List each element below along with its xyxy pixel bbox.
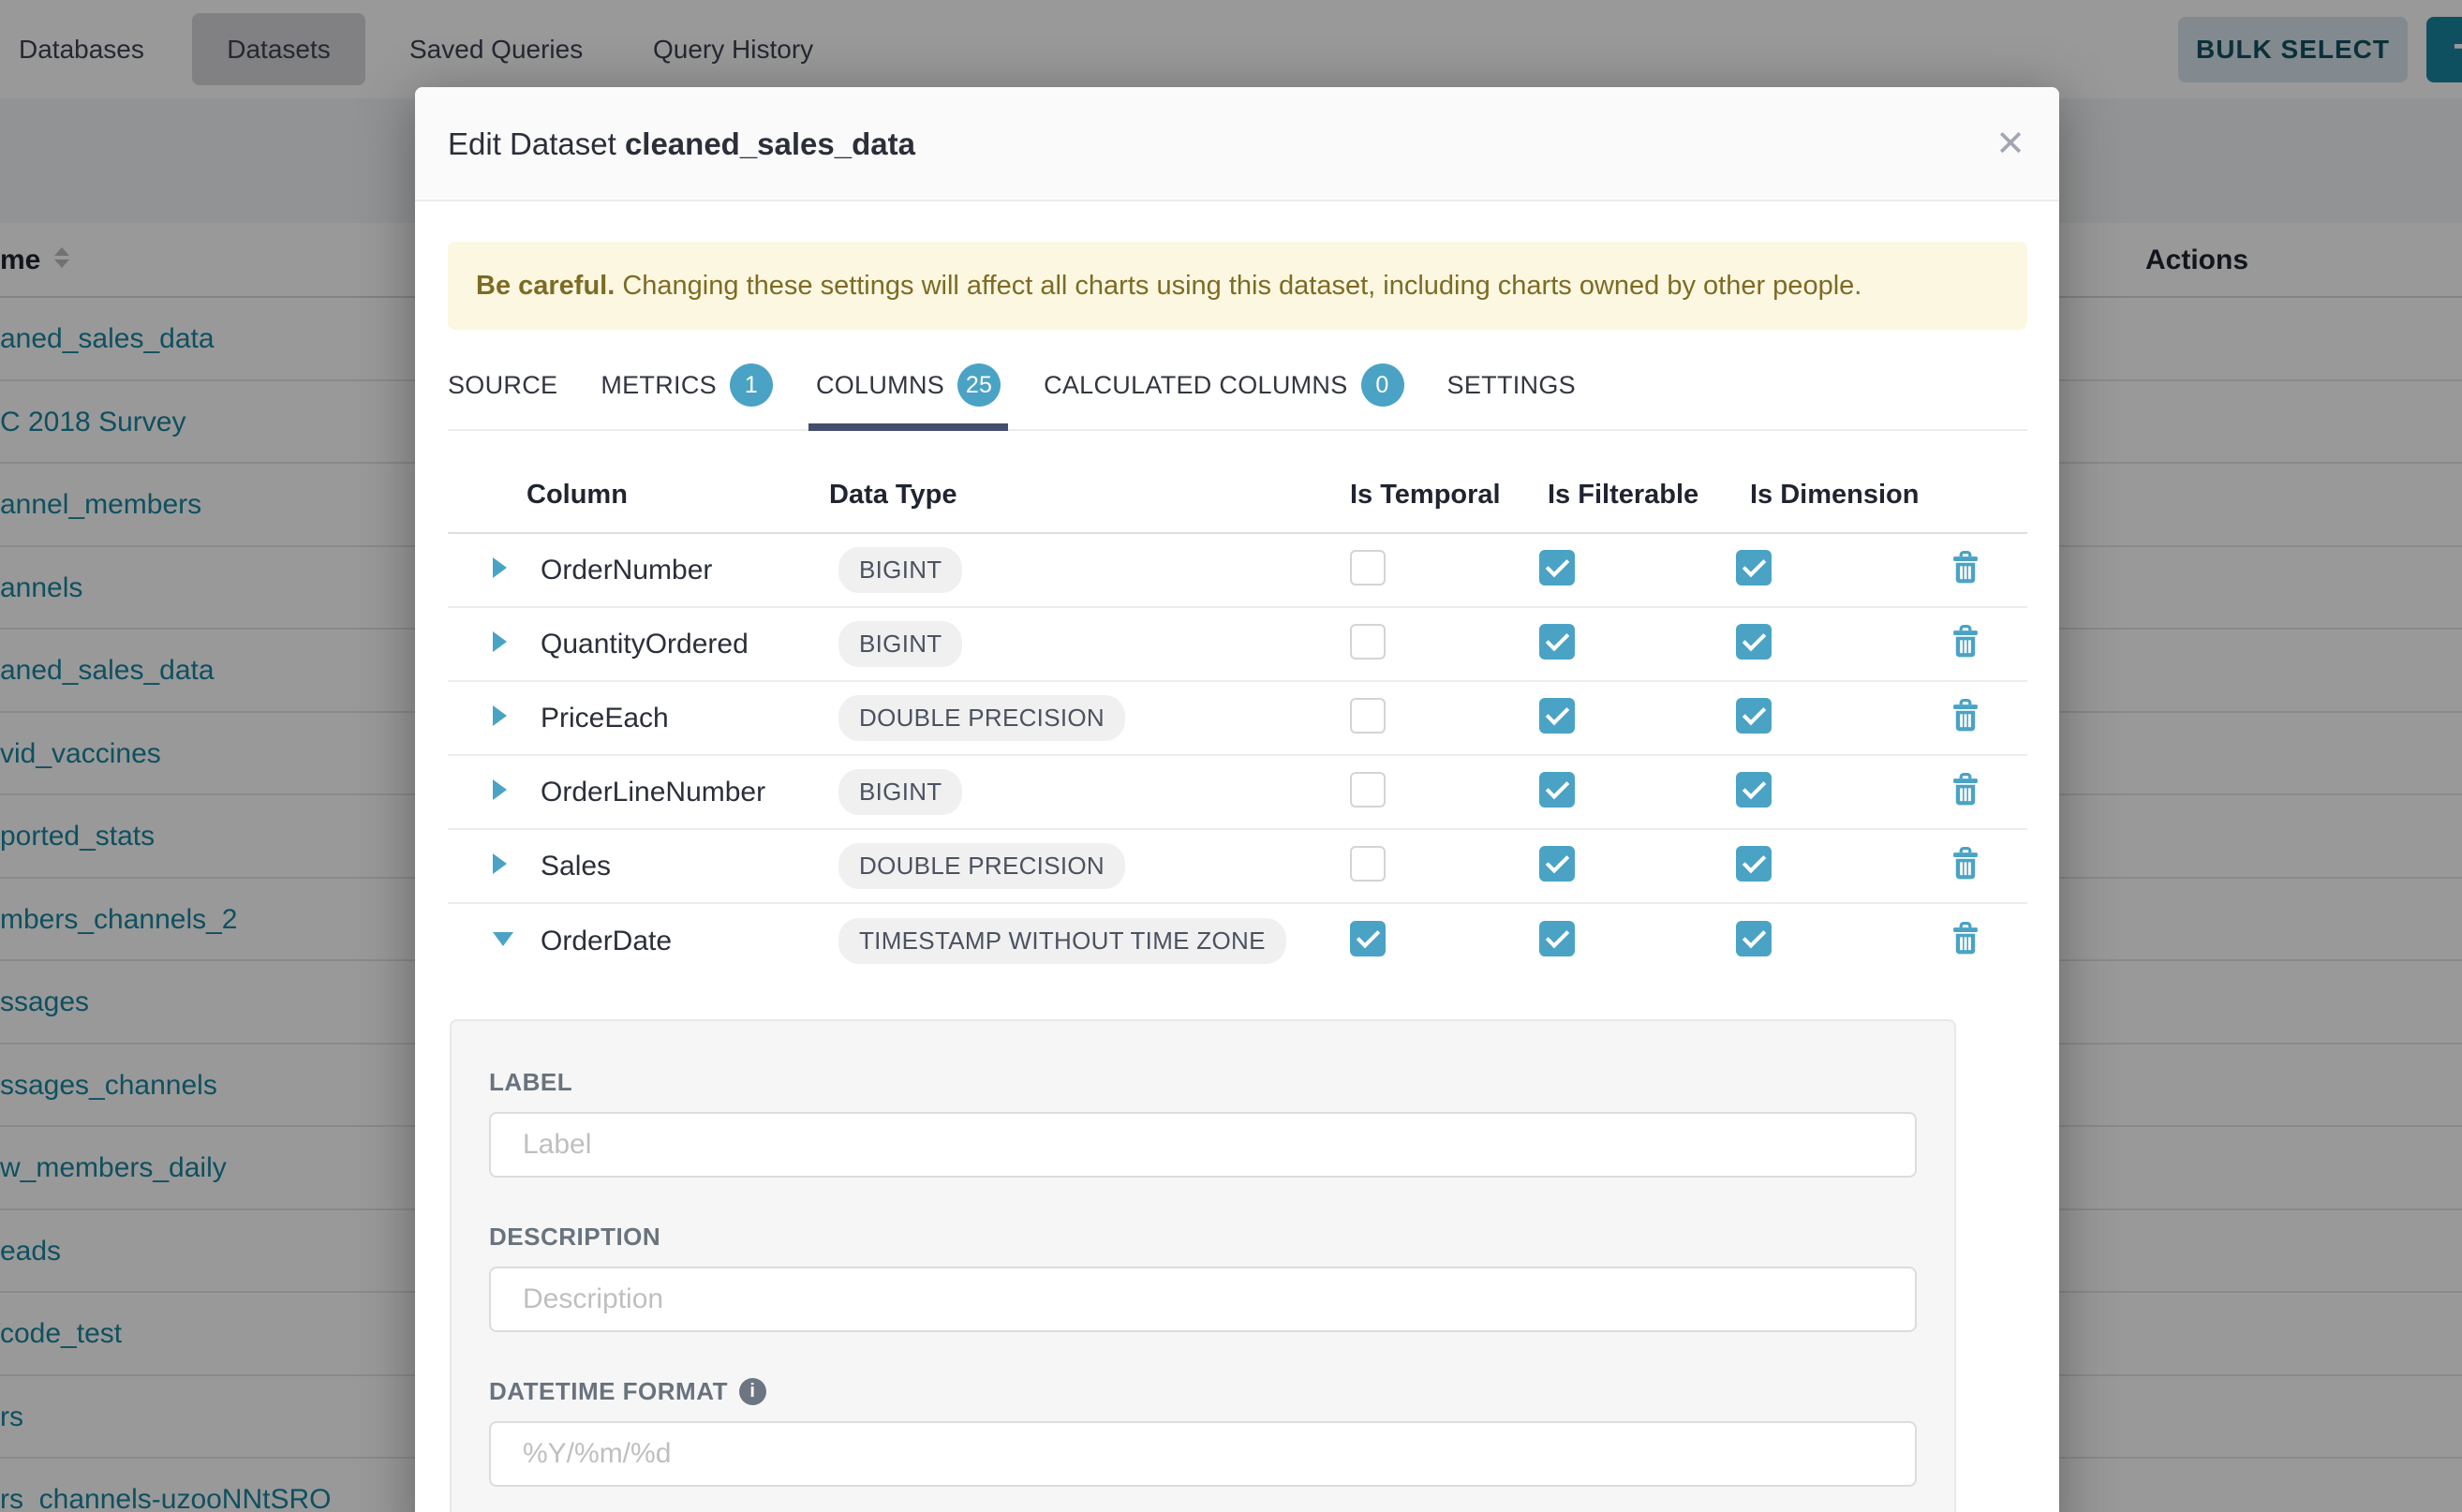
- is-filterable-header: Is Filterable: [1548, 480, 1736, 511]
- delete-column-icon[interactable]: [1949, 550, 1982, 586]
- is-filterable-checkbox-checked[interactable]: [1539, 846, 1575, 882]
- delete-column-icon[interactable]: [1949, 921, 1982, 956]
- tab-count-badge: 1: [730, 363, 773, 407]
- tab-count-badge: 25: [957, 363, 1001, 407]
- is-temporal-header: Is Temporal: [1350, 480, 1539, 511]
- is-dimension-header: Is Dimension: [1750, 480, 1947, 511]
- is-temporal-checkbox-unchecked[interactable]: [1350, 772, 1386, 808]
- data-type-header: Data Type: [829, 480, 1350, 511]
- warning-text: Changing these settings will affect all …: [615, 271, 1861, 301]
- column-row: OrderLineNumberBIGINT: [448, 756, 2027, 830]
- data-type-pill: DOUBLE PRECISION: [838, 843, 1125, 889]
- tab-calculated-columns[interactable]: CALCULATED COLUMNS 0: [1044, 363, 1403, 429]
- expand-row-icon[interactable]: [493, 853, 507, 874]
- modal-body: Be careful. Changing these settings will…: [415, 201, 2059, 1512]
- is-dimension-checkbox-checked[interactable]: [1736, 698, 1772, 734]
- tab-settings[interactable]: SETTINGS: [1447, 363, 1576, 429]
- is-temporal-checkbox-unchecked[interactable]: [1350, 698, 1386, 734]
- description-field-label: DESCRIPTION: [489, 1223, 1917, 1252]
- column-name: OrderLineNumber: [541, 777, 838, 808]
- columns-table-header: Column Data Type Is Temporal Is Filterab…: [448, 431, 2027, 534]
- tab-label: CALCULATED COLUMNS: [1044, 369, 1347, 401]
- tab-label: SETTINGS: [1447, 369, 1576, 401]
- is-filterable-checkbox-checked[interactable]: [1539, 921, 1575, 956]
- is-dimension-checkbox-checked[interactable]: [1736, 772, 1772, 808]
- tab-count-badge: 0: [1361, 363, 1404, 407]
- columns-table: Column Data Type Is Temporal Is Filterab…: [448, 431, 2027, 978]
- data-type-pill: BIGINT: [838, 547, 962, 593]
- tab-source[interactable]: SOURCE: [448, 363, 557, 429]
- column-row: OrderDateTIMESTAMP WITHOUT TIME ZONE: [448, 904, 2027, 978]
- is-temporal-checkbox-unchecked[interactable]: [1350, 550, 1386, 586]
- is-dimension-checkbox-checked[interactable]: [1736, 624, 1772, 660]
- label-field-label: LABEL: [489, 1068, 1917, 1097]
- label-field-group: LABEL: [489, 1068, 1917, 1178]
- tab-label: METRICS: [601, 369, 717, 401]
- is-dimension-checkbox-checked[interactable]: [1736, 921, 1772, 956]
- column-row: OrderNumberBIGINT: [448, 534, 2027, 608]
- is-dimension-checkbox-checked[interactable]: [1736, 550, 1772, 586]
- datetime-format-input[interactable]: [489, 1421, 1917, 1487]
- modal-header: Edit Dataset cleaned_sales_data ✕: [415, 87, 2059, 201]
- column-name: PriceEach: [541, 703, 838, 734]
- data-type-pill: DOUBLE PRECISION: [838, 695, 1125, 741]
- tab-columns[interactable]: COLUMNS 25: [816, 363, 1001, 429]
- tab-label: COLUMNS: [816, 369, 944, 401]
- delete-column-icon[interactable]: [1949, 698, 1982, 734]
- column-row: SalesDOUBLE PRECISION: [448, 830, 2027, 904]
- warning-banner: Be careful. Changing these settings will…: [448, 242, 2027, 330]
- data-type-pill: BIGINT: [838, 621, 962, 667]
- expand-row-icon[interactable]: [493, 631, 507, 652]
- modal-title-prefix: Edit Dataset: [448, 126, 616, 161]
- data-type-pill: BIGINT: [838, 769, 962, 815]
- column-detail-panel: LABEL DESCRIPTION DATETIME FORMAT i: [450, 1019, 1956, 1512]
- expand-row-icon[interactable]: [493, 705, 507, 726]
- expand-row-icon[interactable]: [493, 779, 507, 800]
- column-name: OrderNumber: [541, 555, 838, 586]
- close-icon[interactable]: ✕: [1995, 87, 2025, 201]
- datetime-format-field-label: DATETIME FORMAT i: [489, 1377, 1917, 1406]
- expand-row-icon[interactable]: [493, 557, 507, 578]
- column-name: QuantityOrdered: [541, 629, 838, 660]
- is-filterable-checkbox-checked[interactable]: [1539, 624, 1575, 660]
- warning-bold: Be careful.: [476, 271, 615, 301]
- datetime-format-label-text: DATETIME FORMAT: [489, 1377, 728, 1406]
- delete-column-icon[interactable]: [1949, 624, 1982, 660]
- description-field-group: DESCRIPTION: [489, 1223, 1917, 1332]
- column-row: QuantityOrderedBIGINT: [448, 608, 2027, 682]
- delete-column-icon[interactable]: [1949, 846, 1982, 882]
- column-header: Column: [527, 480, 838, 511]
- is-filterable-checkbox-checked[interactable]: [1539, 550, 1575, 586]
- edit-dataset-modal: Edit Dataset cleaned_sales_data ✕ Be car…: [415, 87, 2059, 1512]
- tab-label: SOURCE: [448, 369, 557, 401]
- is-temporal-checkbox-unchecked[interactable]: [1350, 624, 1386, 660]
- modal-tabs: SOURCE METRICS 1 COLUMNS 25 CALCULATED COLUMN…: [448, 363, 2027, 431]
- collapse-row-icon[interactable]: [493, 932, 513, 946]
- is-temporal-checkbox-unchecked[interactable]: [1350, 846, 1386, 882]
- column-row: PriceEachDOUBLE PRECISION: [448, 682, 2027, 756]
- label-input[interactable]: [489, 1112, 1917, 1178]
- column-name: Sales: [541, 851, 838, 882]
- column-name: OrderDate: [541, 926, 838, 957]
- datetime-format-field-group: DATETIME FORMAT i: [489, 1377, 1917, 1487]
- modal-title: Edit Dataset cleaned_sales_data: [448, 87, 915, 201]
- is-temporal-checkbox-checked[interactable]: [1350, 921, 1386, 956]
- is-filterable-checkbox-checked[interactable]: [1539, 772, 1575, 808]
- is-dimension-checkbox-checked[interactable]: [1736, 846, 1772, 882]
- description-input[interactable]: [489, 1267, 1917, 1332]
- tab-metrics[interactable]: METRICS 1: [601, 363, 773, 429]
- info-icon[interactable]: i: [739, 1378, 766, 1405]
- is-filterable-checkbox-checked[interactable]: [1539, 698, 1575, 734]
- delete-column-icon[interactable]: [1949, 772, 1982, 808]
- data-type-pill: TIMESTAMP WITHOUT TIME ZONE: [838, 918, 1286, 964]
- modal-dataset-name: cleaned_sales_data: [625, 126, 915, 161]
